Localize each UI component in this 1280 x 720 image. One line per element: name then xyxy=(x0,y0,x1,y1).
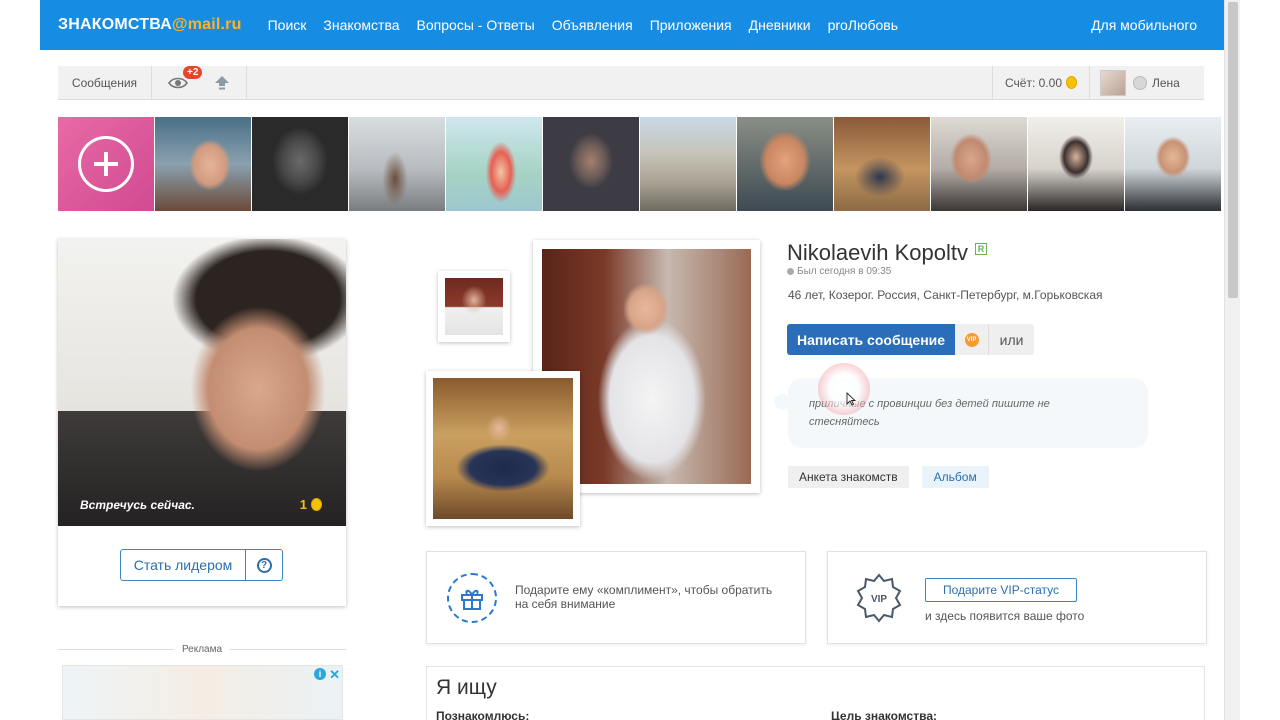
ad-label-text: Реклама xyxy=(181,643,223,655)
tab-dating-profile[interactable]: Анкета знакомств xyxy=(788,466,909,488)
gift-glyph xyxy=(461,589,483,610)
toolbar-divider xyxy=(246,66,247,99)
ad-banner[interactable]: i ✕ xyxy=(62,665,343,720)
user-toolbar: Сообщения +2 Счёт: 0.00 Лена xyxy=(58,66,1204,100)
strip-photo[interactable] xyxy=(639,117,736,211)
scrollbar-thumb[interactable] xyxy=(1228,2,1238,298)
add-to-strip-button[interactable] xyxy=(58,117,154,211)
leader-help-button[interactable]: ? xyxy=(246,549,283,581)
strip-photo[interactable] xyxy=(445,117,542,211)
verified-badge: R xyxy=(974,243,987,255)
ad-label: Реклама xyxy=(58,642,346,656)
vip-badge-text: VIP xyxy=(871,594,887,605)
profile-name-text: Nikolaevih Kopoltv xyxy=(787,240,968,265)
ad-info-icon[interactable]: i xyxy=(314,668,326,680)
vip-message-button[interactable]: VIP xyxy=(955,324,990,355)
strip-photo[interactable] xyxy=(251,117,348,211)
photo-image xyxy=(445,278,503,335)
mobile-link[interactable]: Для мобильного xyxy=(1091,17,1197,33)
page: ЗНАКОМСТВА@mail.ru Поиск Знакомства Вопр… xyxy=(40,0,1224,720)
promo-count-value: 1 xyxy=(299,497,307,512)
logo-text: ЗНАКОМСТВА xyxy=(58,16,172,33)
divider xyxy=(58,648,174,650)
raise-profile-icon[interactable] xyxy=(213,74,231,92)
vip-card: VIP Подарите VIP-статус и здесь появится… xyxy=(827,551,1207,644)
offline-dot-icon xyxy=(787,268,794,275)
user-name: Лена xyxy=(1152,75,1180,90)
compliment-card[interactable]: Подарите ему «комплимент», чтобы обратит… xyxy=(426,551,806,644)
profile-photo-secondary[interactable] xyxy=(426,371,580,526)
strip-photo[interactable] xyxy=(736,117,833,211)
profile-tabs: Анкета знакомств Альбом xyxy=(788,466,989,488)
vip-text: и здесь появится ваше фото xyxy=(925,609,1085,623)
strip-photo[interactable] xyxy=(1027,117,1124,211)
meet-with-label: Познакомлюсь: xyxy=(436,709,530,720)
nav-diaries[interactable]: Дневники xyxy=(749,17,811,33)
vip-badge-icon: VIP xyxy=(856,573,902,623)
nav-dating[interactable]: Знакомства xyxy=(323,17,399,33)
promo-photo[interactable]: Встречусь сейчас. 1 xyxy=(58,239,346,526)
profile-name: Nikolaevih Kopoltv R xyxy=(787,240,987,266)
vip-seal-icon: VIP xyxy=(964,332,979,347)
top-navbar: ЗНАКОМСТВА@mail.ru Поиск Знакомства Вопр… xyxy=(40,0,1224,50)
coin-icon xyxy=(311,498,322,511)
messages-button[interactable]: Сообщения xyxy=(58,66,152,99)
tab-album[interactable]: Альбом xyxy=(921,466,989,488)
write-message-button[interactable]: Написать сообщение xyxy=(787,324,956,355)
dating-goal-label: Цель знакомства: xyxy=(831,709,937,720)
nav-ads[interactable]: Объявления xyxy=(552,17,633,33)
last-seen: Был сегодня в 09:35 xyxy=(787,266,891,277)
browser-left-margin xyxy=(0,0,40,720)
question-icon: ? xyxy=(256,557,272,573)
promo-actions: Стать лидером ? xyxy=(120,549,283,581)
click-highlight xyxy=(818,363,870,415)
profile-actions: Написать сообщение VIP или xyxy=(787,324,1035,355)
user-avatar xyxy=(1100,69,1126,96)
nav-qa[interactable]: Вопросы - Ответы xyxy=(417,17,535,33)
gift-icon xyxy=(447,573,497,623)
strip-photo[interactable] xyxy=(833,117,930,211)
logo-accent: @mail.ru xyxy=(171,16,242,33)
ad-close-icon[interactable]: ✕ xyxy=(329,667,340,683)
strip-photo[interactable] xyxy=(930,117,1027,211)
coin-icon xyxy=(1066,76,1077,89)
account-balance[interactable]: Счёт: 0.00 xyxy=(992,66,1090,99)
leaders-photo-strip xyxy=(58,117,1224,211)
nav-prolove[interactable]: proЛюбовь xyxy=(828,17,898,33)
or-button[interactable]: или xyxy=(989,324,1035,355)
gift-vip-button[interactable]: Подарите VIP-статус xyxy=(925,578,1077,602)
last-seen-text: Был сегодня в 09:35 xyxy=(797,266,892,277)
profile-photo-thumb[interactable] xyxy=(438,271,510,342)
promo-count: 1 xyxy=(300,497,322,512)
vip-status-icon xyxy=(1133,75,1147,90)
divider xyxy=(230,648,346,650)
meet-now-promo: Встречусь сейчас. 1 Стать лидером ? xyxy=(58,239,346,606)
strip-photo[interactable] xyxy=(1124,117,1221,211)
nav-search[interactable]: Поиск xyxy=(268,17,307,33)
page-scrollbar[interactable] xyxy=(1224,0,1240,720)
balance-text: Счёт: 0.00 xyxy=(1005,75,1062,90)
site-logo[interactable]: ЗНАКОМСТВА@mail.ru xyxy=(58,16,242,34)
compliment-text: Подарите ему «комплимент», чтобы обратит… xyxy=(515,583,773,611)
mouse-cursor-icon xyxy=(846,392,856,406)
promo-caption: Встречусь сейчас. xyxy=(80,498,195,512)
nav-apps[interactable]: Приложения xyxy=(650,17,732,33)
guests-badge: +2 xyxy=(183,66,203,79)
profile-details: 46 лет, Козерог. Россия, Санкт-Петербург… xyxy=(788,288,1103,302)
strip-photo[interactable] xyxy=(348,117,445,211)
photo-image xyxy=(433,378,573,519)
strip-photo[interactable] xyxy=(542,117,639,211)
current-user[interactable]: Лена xyxy=(1094,66,1204,99)
strip-photo[interactable] xyxy=(154,117,251,211)
become-leader-button[interactable]: Стать лидером xyxy=(120,549,246,581)
main-nav: Поиск Знакомства Вопросы - Ответы Объявл… xyxy=(268,17,915,33)
plus-icon xyxy=(78,136,134,192)
seeking-title: Я ищу xyxy=(436,676,497,699)
seeking-section: Я ищу Познакомлюсь: Цель знакомства: xyxy=(426,666,1205,720)
